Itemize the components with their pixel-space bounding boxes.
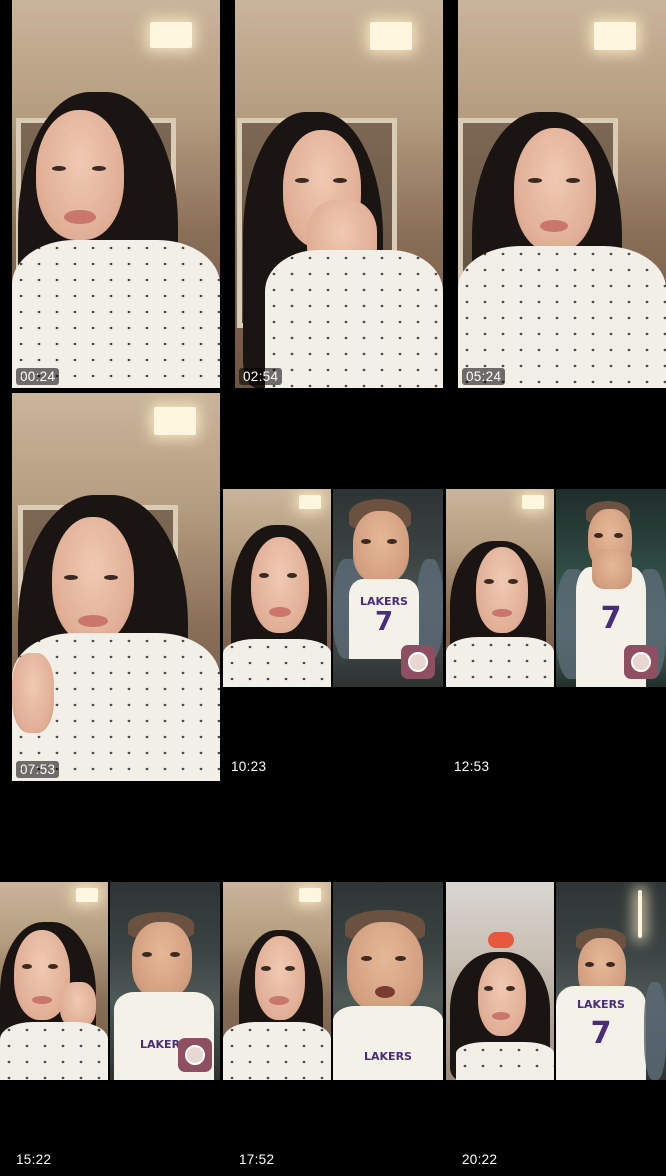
gift-badge-icon xyxy=(488,932,514,948)
ceiling-light xyxy=(154,407,196,435)
user-avatar-icon[interactable] xyxy=(401,645,435,679)
guest-video: 7 xyxy=(556,489,666,687)
guest-video: LAKERS xyxy=(110,882,220,1080)
video-thumbnail-7[interactable]: LAKERS 15:22 xyxy=(0,786,220,1174)
timestamp-label: 15:22 xyxy=(16,1152,52,1167)
jersey-number: 7 xyxy=(590,1016,612,1051)
video-thumbnail-1[interactable]: 00:24 xyxy=(12,0,220,388)
timestamp-label: 12:53 xyxy=(454,759,490,774)
video-thumbnail-3[interactable]: 05:24 xyxy=(458,0,666,388)
timestamp-label: 07:53 xyxy=(16,761,60,778)
jersey-team-text: LAKERS xyxy=(364,1050,412,1063)
user-avatar-icon[interactable] xyxy=(624,645,658,679)
timestamp-label: 05:24 xyxy=(462,368,506,385)
video-thumbnail-5[interactable]: LAKERS 7 10:23 xyxy=(223,393,443,781)
host-video xyxy=(223,489,331,687)
timestamp-label: 02:54 xyxy=(239,368,283,385)
jersey-number: 7 xyxy=(600,601,622,636)
guest-video: LAKERS 7 xyxy=(333,489,443,687)
shirt xyxy=(265,250,443,388)
face xyxy=(52,517,134,643)
timestamp-label: 10:23 xyxy=(231,759,267,774)
jersey-team-text: LAKERS xyxy=(577,998,625,1011)
video-thumbnail-6[interactable]: 7 12:53 xyxy=(446,393,666,781)
face xyxy=(36,110,124,240)
video-thumbnail-4[interactable]: 07:53 xyxy=(12,393,220,781)
shirt xyxy=(12,240,220,388)
ceiling-light xyxy=(594,22,636,50)
host-video xyxy=(0,882,108,1080)
host-video xyxy=(446,882,554,1080)
shirt xyxy=(458,246,666,388)
timestamp-label: 00:24 xyxy=(16,368,60,385)
ceiling-light xyxy=(370,22,412,50)
host-video xyxy=(223,882,331,1080)
face xyxy=(514,128,596,252)
guest-video: LAKERS 7 xyxy=(556,882,666,1080)
host-video xyxy=(446,489,554,687)
video-thumbnail-9[interactable]: LAKERS 7 20:22 xyxy=(446,786,666,1174)
ceiling-light xyxy=(150,22,192,48)
hand xyxy=(12,653,54,733)
user-avatar-icon[interactable] xyxy=(178,1038,212,1072)
timestamp-label: 17:52 xyxy=(239,1152,275,1167)
timestamp-label: 20:22 xyxy=(462,1152,498,1167)
video-thumbnail-8[interactable]: LAKERS 17:52 xyxy=(223,786,443,1174)
video-thumbnail-2[interactable]: 02:54 xyxy=(235,0,443,388)
jersey-number: 7 xyxy=(374,607,394,637)
guest-video: LAKERS xyxy=(333,882,443,1080)
